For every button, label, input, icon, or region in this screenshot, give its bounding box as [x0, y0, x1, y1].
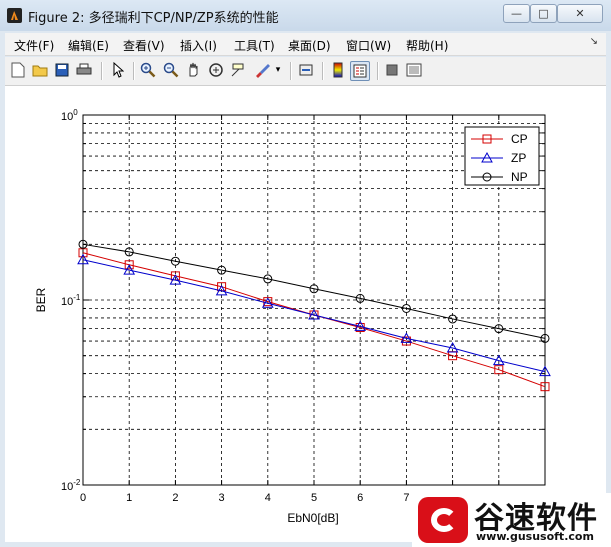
data-cursor-icon[interactable] [229, 61, 247, 79]
legend-label-cp: CP [511, 132, 528, 146]
show-plot-tools-icon[interactable] [405, 61, 423, 79]
menu-window[interactable]: 窗口(W) [346, 37, 391, 54]
window-title: Figure 2: 多径瑞利下CP/NP/ZP系统的性能 [28, 11, 279, 26]
toolbar-separator [322, 62, 324, 80]
minimize-button[interactable]: — [503, 4, 530, 23]
figure-toolbar: ▾ [5, 57, 606, 86]
maximize-button[interactable]: □ [530, 4, 557, 23]
legend-label-zp: ZP [511, 151, 526, 165]
brush-icon[interactable] [253, 61, 271, 79]
colorbar-icon[interactable] [329, 61, 347, 79]
toolbar-separator [101, 62, 103, 80]
x-tick-label: 6 [357, 492, 363, 504]
title-bar[interactable]: Figure 2: 多径瑞利下CP/NP/ZP系统的性能 — □ ✕ [0, 0, 611, 31]
menu-desktop[interactable]: 桌面(D) [288, 37, 331, 54]
pan-icon[interactable] [185, 61, 203, 79]
figure-canvas[interactable]: 012345678910 10-210-1100 CPZPNP EbN0[dB]… [5, 86, 606, 542]
menu-view[interactable]: 查看(V) [123, 37, 165, 54]
toolbar-separator [133, 62, 135, 80]
open-icon[interactable] [31, 61, 49, 79]
y-tick-label: 10-1 [61, 293, 81, 308]
watermark-url: www.gususoft.com [476, 530, 594, 543]
y-tick-label: 100 [61, 108, 78, 123]
x-tick-label: 7 [403, 492, 409, 504]
figure-window: Figure 2: 多径瑞利下CP/NP/ZP系统的性能 — □ ✕ 文件(F)… [0, 0, 611, 547]
toolbar-separator [290, 62, 292, 80]
legend: CP ZP NP [464, 126, 540, 186]
x-axis-label: EbN0[dB] [287, 511, 338, 525]
menu-help[interactable]: 帮助(H) [406, 37, 448, 54]
y-axis-label: BER [34, 287, 48, 312]
save-icon[interactable] [53, 61, 71, 79]
menu-edit[interactable]: 编辑(E) [68, 37, 109, 54]
dock-arrow-icon[interactable]: ↘ [590, 36, 598, 47]
menu-file[interactable]: 文件(F) [14, 37, 54, 54]
x-tick-label: 1 [126, 492, 132, 504]
x-tick-label: 3 [219, 492, 225, 504]
zoom-out-icon[interactable] [162, 61, 180, 79]
x-tick-label: 5 [311, 492, 317, 504]
x-tick-label: 4 [265, 492, 271, 504]
menu-tools[interactable]: 工具(T) [234, 37, 275, 54]
y-tick-label: 10-2 [61, 478, 81, 493]
close-button[interactable]: ✕ [557, 4, 603, 23]
brand-logo-icon [418, 497, 468, 543]
pointer-icon[interactable] [109, 61, 127, 79]
ber-plot[interactable]: 012345678910 10-210-1100 CPZPNP EbN0[dB]… [5, 86, 606, 542]
legend-label-np: NP [511, 170, 528, 184]
legend-box [464, 126, 540, 186]
hide-plot-tools-icon[interactable] [383, 61, 401, 79]
zoom-in-icon[interactable] [139, 61, 157, 79]
toolbar-separator [377, 62, 379, 80]
print-icon[interactable] [75, 61, 93, 79]
legend-icon[interactable] [350, 61, 370, 81]
new-figure-icon[interactable] [9, 61, 27, 79]
x-tick-label: 0 [80, 492, 86, 504]
brush-dropdown-icon[interactable]: ▾ [273, 61, 283, 79]
rotate-icon[interactable] [207, 61, 225, 79]
link-icon[interactable] [297, 61, 315, 79]
menu-insert[interactable]: 插入(I) [180, 37, 217, 54]
menu-bar: 文件(F) 编辑(E) 查看(V) 插入(I) 工具(T) 桌面(D) 窗口(W… [5, 33, 606, 56]
x-tick-label: 2 [172, 492, 178, 504]
matlab-icon [7, 8, 22, 23]
watermark-logo: 谷速软件 www.gususoft.com [412, 493, 611, 547]
